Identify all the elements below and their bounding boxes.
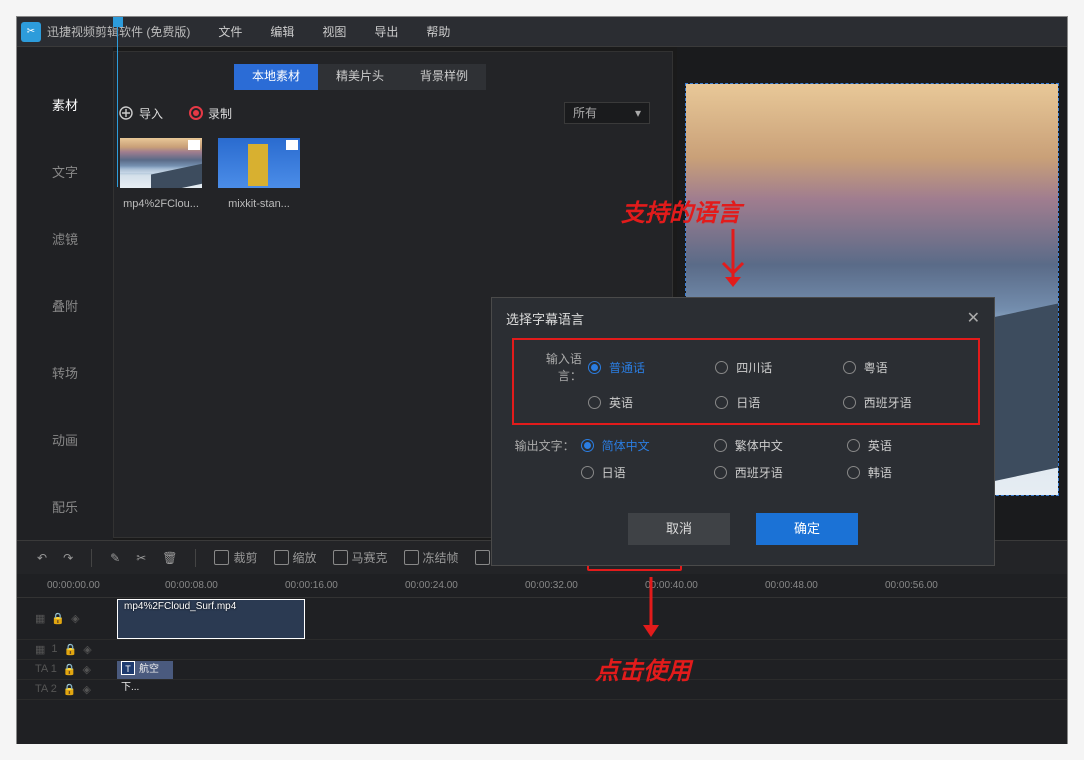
text-track-1: TA 1🔒◈ T航空下... xyxy=(17,660,1067,680)
video-badge-icon xyxy=(188,140,200,150)
menu-export[interactable]: 导出 xyxy=(360,23,412,40)
zoom-button[interactable]: 缩放 xyxy=(268,545,323,570)
thumb-image xyxy=(218,138,300,188)
close-button[interactable]: ✕ xyxy=(967,308,980,328)
playhead[interactable] xyxy=(117,17,118,187)
sidebar-tab-text[interactable]: 文字 xyxy=(52,140,78,207)
delete-button[interactable]: 🗑 xyxy=(156,547,183,569)
redo-icon: ↷ xyxy=(63,551,73,565)
app-icon: ✂ xyxy=(21,22,41,42)
output-lang-radio[interactable]: 英语 xyxy=(847,437,980,454)
output-lang-radio[interactable]: 韩语 xyxy=(847,464,980,481)
redo-button[interactable]: ↷ xyxy=(57,547,79,569)
undo-button[interactable]: ↶ xyxy=(31,547,53,569)
annotation-top: 支持的语言 xyxy=(621,193,741,228)
output-lang-radio[interactable]: 西班牙语 xyxy=(714,464,847,481)
menu-view[interactable]: 视图 xyxy=(308,23,360,40)
menu-help[interactable]: 帮助 xyxy=(412,23,464,40)
input-language-label: 输入语言： xyxy=(522,350,588,384)
mosaic-icon xyxy=(333,550,348,565)
timeline: 00:00:00.00 00:00:08.00 00:00:16.00 00:0… xyxy=(17,574,1067,744)
split-button[interactable]: ✎ xyxy=(104,547,126,569)
track-header: ▦🔒◈ xyxy=(17,612,117,625)
cancel-button[interactable]: 取消 xyxy=(628,513,730,545)
edit-icon: ✎ xyxy=(110,551,120,565)
freeze-button[interactable]: 冻结帧 xyxy=(398,545,465,570)
input-lang-radio[interactable]: 普通话 xyxy=(588,359,715,376)
dialog-title: 选择字幕语言 xyxy=(506,309,584,328)
text-clip[interactable]: T航空下... xyxy=(117,661,173,679)
menu-edit[interactable]: 编辑 xyxy=(256,23,308,40)
record-icon xyxy=(189,106,203,120)
media-thumb[interactable]: mixkit-stan... xyxy=(218,138,300,210)
track-header: TA 1🔒◈ xyxy=(17,663,117,676)
mosaic-button[interactable]: 马赛克 xyxy=(327,545,394,570)
video-clip[interactable]: mp4%2FCloud_Surf.mp4 xyxy=(117,599,305,639)
sidebar-tab-transition[interactable]: 转场 xyxy=(52,341,78,408)
clock-icon xyxy=(475,550,490,565)
output-lang-radio[interactable]: 繁体中文 xyxy=(714,437,847,454)
sidebar: 素材 文字 滤镜 叠附 转场 动画 配乐 xyxy=(17,47,113,540)
input-lang-radio[interactable]: 英语 xyxy=(588,394,715,411)
ok-button[interactable]: 确定 xyxy=(756,513,858,545)
text-track-2: TA 2🔒◈ xyxy=(17,680,1067,700)
cut-button[interactable]: ✂ xyxy=(130,547,152,569)
input-lang-radio[interactable]: 四川话 xyxy=(715,359,842,376)
subtitle-language-dialog: 选择字幕语言 ✕ 输入语言： 普通话 四川话 粤语 英语 日语 西班牙语 xyxy=(491,297,995,566)
arrow-down-icon xyxy=(631,575,671,649)
input-lang-radio[interactable]: 西班牙语 xyxy=(843,394,970,411)
input-lang-radio[interactable]: 粤语 xyxy=(843,359,970,376)
language-options-highlight: 输入语言： 普通话 四川话 粤语 英语 日语 西班牙语 xyxy=(512,338,980,425)
track-header: ▦1🔒◈ xyxy=(17,643,117,656)
crop-icon xyxy=(214,550,229,565)
input-lang-radio[interactable]: 日语 xyxy=(715,394,842,411)
freeze-icon xyxy=(404,550,419,565)
film-icon: ▦ xyxy=(35,612,45,625)
filter-dropdown[interactable]: 所有 xyxy=(564,102,650,124)
thumb-image xyxy=(120,138,202,188)
video-track-1: ▦🔒◈ mp4%2FCloud_Surf.mp4 xyxy=(17,598,1067,640)
undo-icon: ↶ xyxy=(37,551,47,565)
output-lang-radio[interactable]: 简体中文 xyxy=(581,437,714,454)
output-text-label: 输出文字： xyxy=(512,437,581,454)
menu-file[interactable]: 文件 xyxy=(204,23,256,40)
film-icon: ▦ xyxy=(35,643,45,656)
import-button[interactable]: 导入 xyxy=(118,105,163,122)
video-badge-icon xyxy=(286,140,298,150)
trash-icon: 🗑 xyxy=(162,551,177,565)
scissors-icon: ✂ xyxy=(136,551,146,565)
sidebar-tab-animation[interactable]: 动画 xyxy=(52,408,78,475)
arrow-down-icon xyxy=(713,227,753,291)
output-lang-radio[interactable]: 日语 xyxy=(581,464,714,481)
content-tab-bg[interactable]: 背景样例 xyxy=(402,64,486,90)
video-track-2: ▦1🔒◈ xyxy=(17,640,1067,660)
menu-bar: ✂ 迅捷视频剪辑软件 (免费版) 文件 编辑 视图 导出 帮助 xyxy=(17,17,1067,47)
sidebar-tab-media[interactable]: 素材 xyxy=(52,73,78,140)
record-button[interactable]: 录制 xyxy=(189,105,232,122)
track-header: TA 2🔒◈ xyxy=(17,683,117,696)
sidebar-tab-music[interactable]: 配乐 xyxy=(52,475,78,542)
content-tab-local[interactable]: 本地素材 xyxy=(234,64,318,90)
content-tab-intro[interactable]: 精美片头 xyxy=(318,64,402,90)
import-icon xyxy=(118,105,134,121)
zoom-icon xyxy=(274,550,289,565)
sidebar-tab-filter[interactable]: 滤镜 xyxy=(52,207,78,274)
time-ruler[interactable]: 00:00:00.00 00:00:08.00 00:00:16.00 00:0… xyxy=(17,574,1067,598)
sidebar-tab-overlay[interactable]: 叠附 xyxy=(52,274,78,341)
annotation-bottom: 点击使用 xyxy=(595,651,691,686)
media-thumb[interactable]: mp4%2FClou... xyxy=(120,138,202,210)
crop-button[interactable]: 裁剪 xyxy=(208,545,263,570)
